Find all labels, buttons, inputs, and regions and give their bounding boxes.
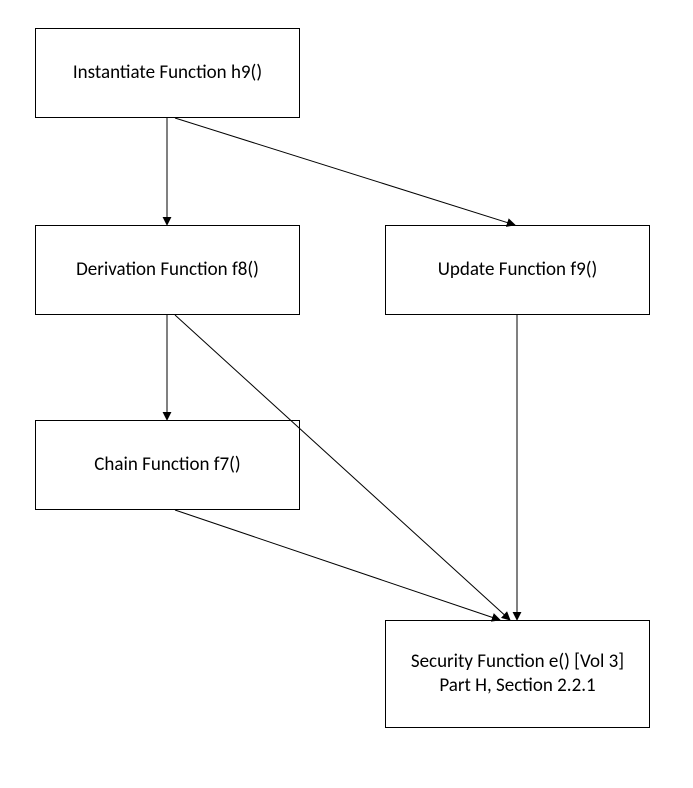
node-instantiate: Instantiate Function h9() [35,28,300,118]
node-chain-label: Chain Function f7() [94,453,240,477]
node-update-label: Update Function f9() [438,258,598,282]
node-derivation: Derivation Function f8() [35,225,300,315]
node-security: Security Function e() [Vol 3] Part H, Se… [385,620,650,728]
diagram-canvas: Instantiate Function h9() Derivation Fun… [0,0,693,788]
node-derivation-label: Derivation Function f8() [76,258,259,282]
node-instantiate-label: Instantiate Function h9() [73,61,262,85]
node-chain: Chain Function f7() [35,420,300,510]
edge-instantiate-update [175,118,515,225]
node-update: Update Function f9() [385,225,650,315]
node-security-label: Security Function e() [Vol 3] Part H, Se… [394,650,641,698]
edge-chain-security [175,510,500,620]
